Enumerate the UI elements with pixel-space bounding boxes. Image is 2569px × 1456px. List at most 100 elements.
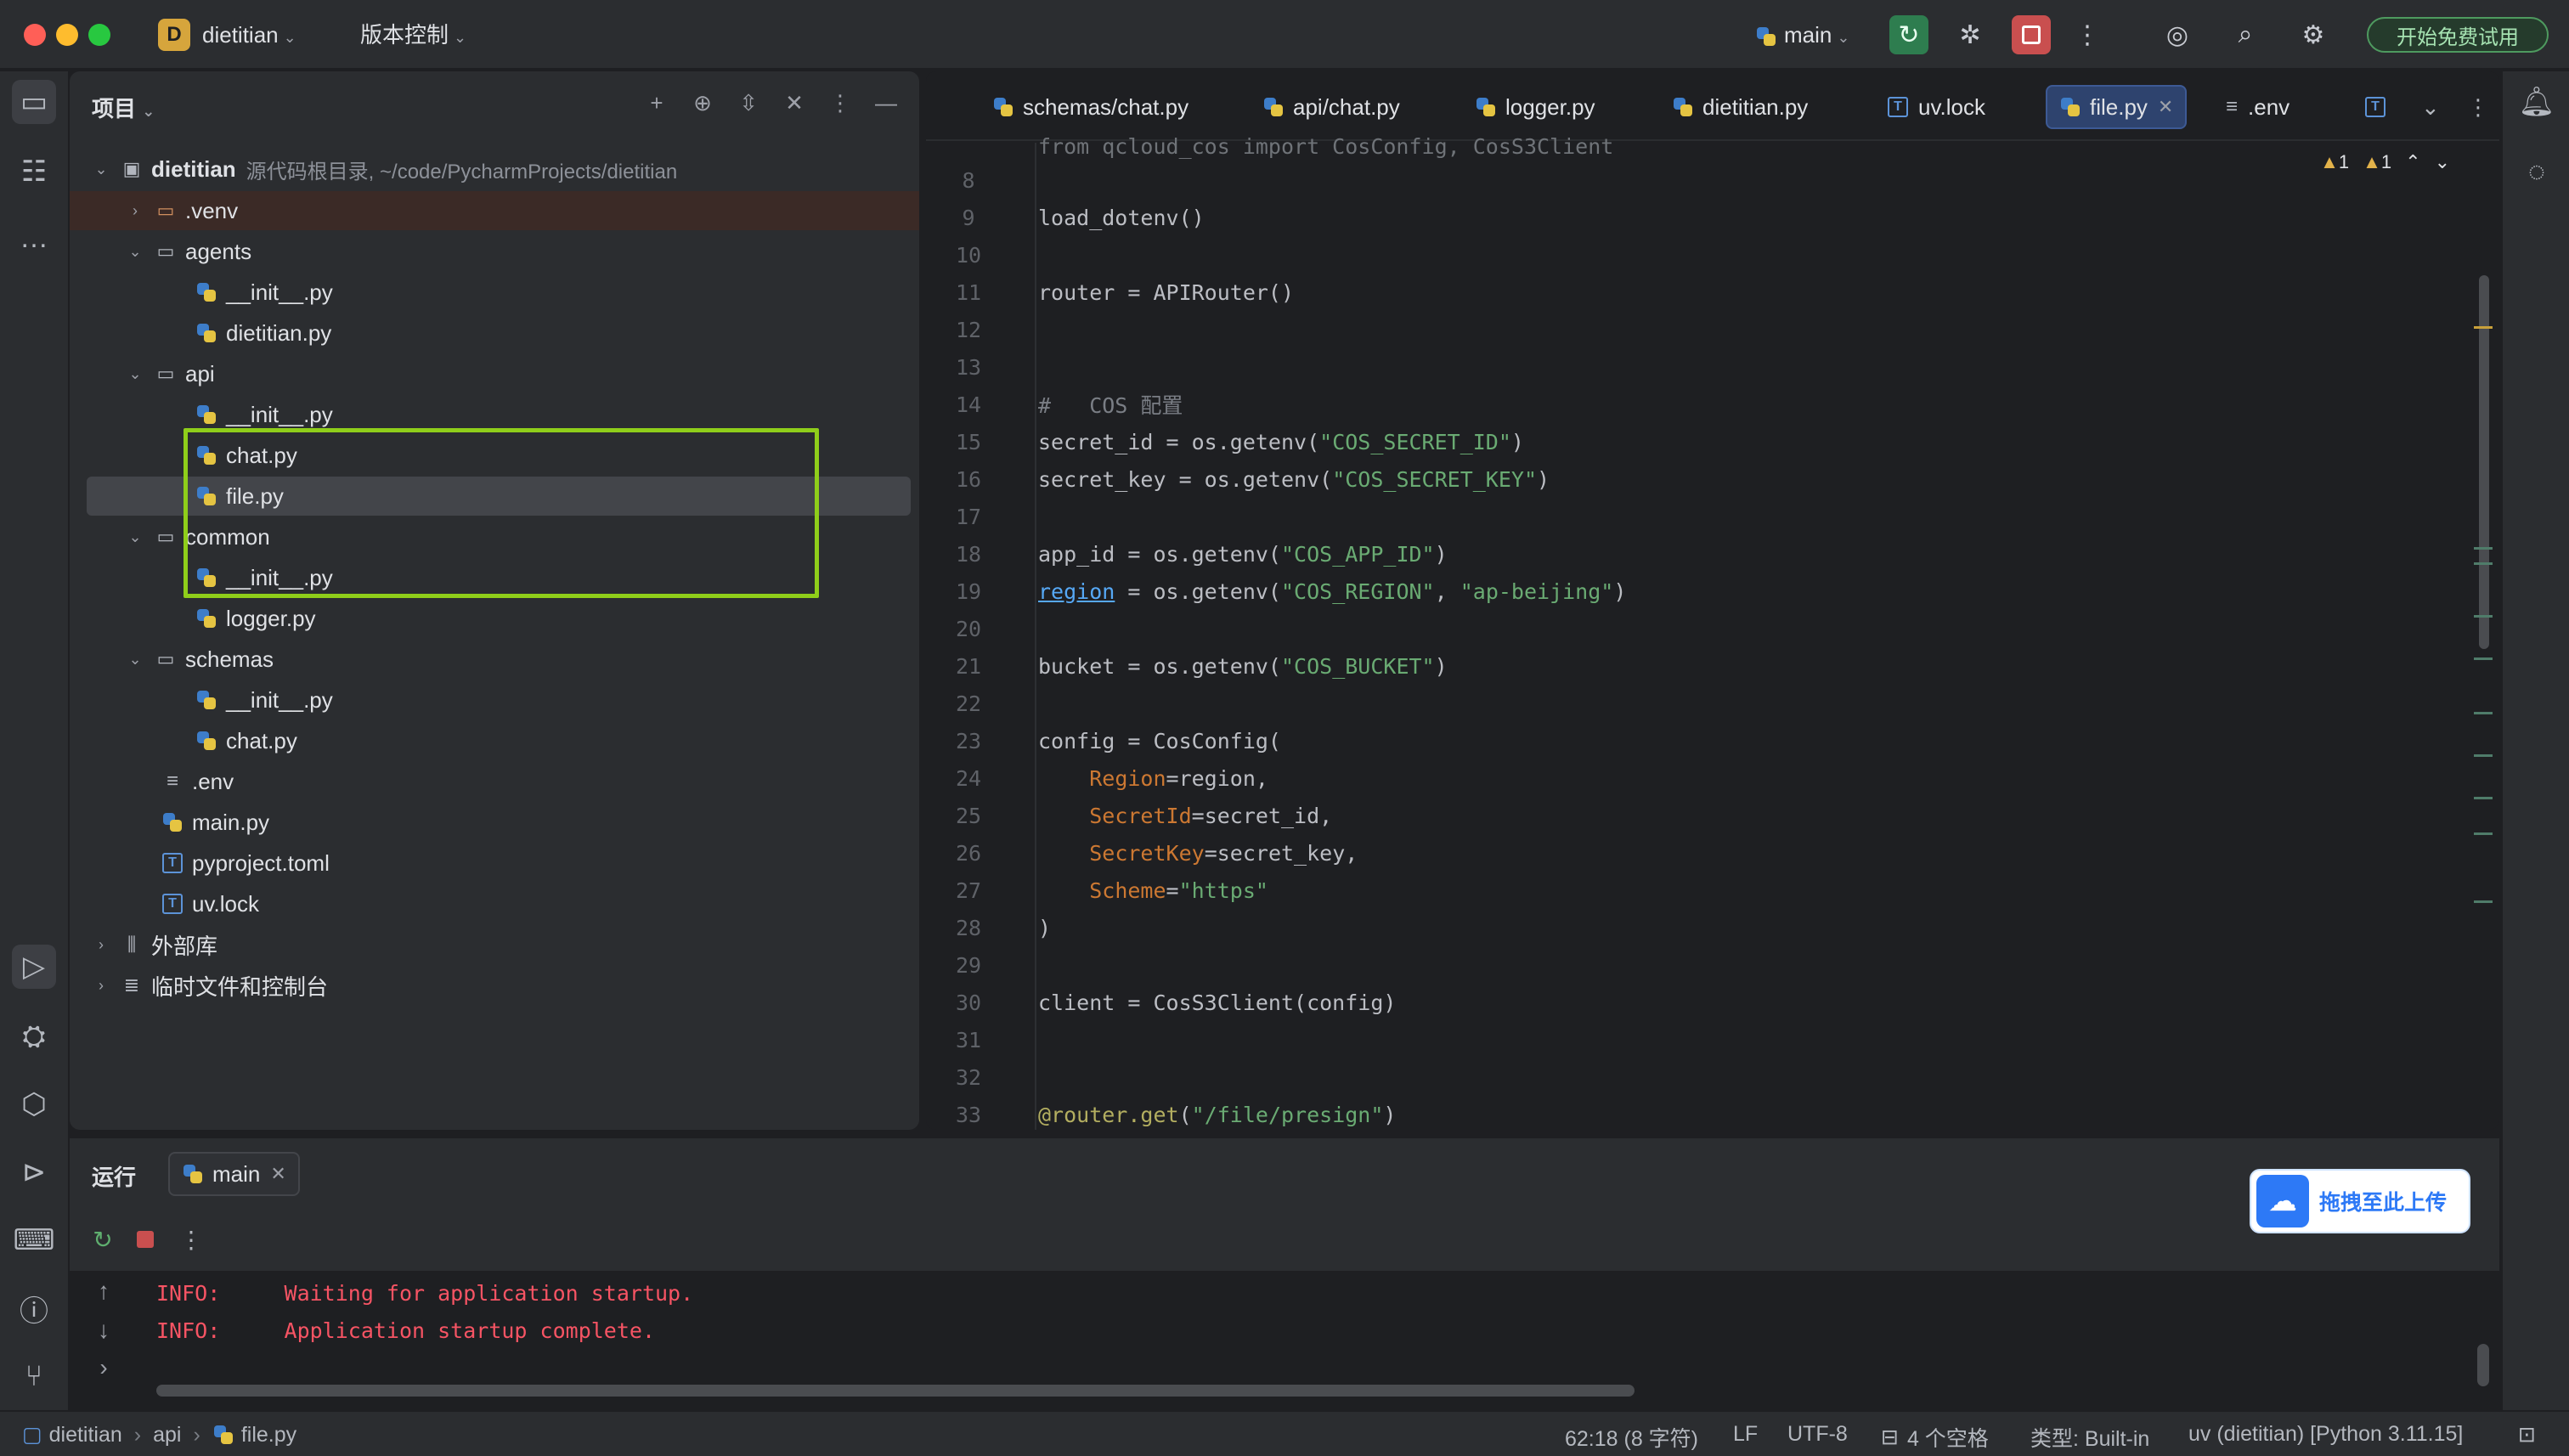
lock-icon[interactable]: ⊡ [2518,1422,2536,1448]
tree-item-api[interactable]: ⌄ ▭ api [70,354,919,393]
env-file-icon: ≡ [166,770,178,793]
editor-scrollbar[interactable] [2479,275,2489,649]
tree-item-file[interactable]: __init__.py [70,558,919,597]
run-tab-main[interactable]: main ✕ [168,1152,300,1196]
tab-uv-lock[interactable]: Tuv.lock [1876,85,1997,129]
line-number: 16 [955,466,982,492]
file-type[interactable]: 类型: Built-in [2030,1422,2149,1453]
git-icon[interactable]: ⑂ [12,1354,56,1398]
package-folder-icon: ▭ [156,363,175,384]
project-badge[interactable]: D [158,19,190,51]
tree-item-external-libs[interactable]: › ⫼ 外部库 [70,925,919,964]
project-switcher[interactable]: dietitian ⌄ [202,19,296,51]
ai-assistant-icon[interactable]: ◎ [2158,15,2197,54]
scroll-up-icon[interactable]: ↑ [87,1278,121,1305]
tab-api-chat[interactable]: api/chat.py [1251,85,1412,129]
stop-button[interactable] [2012,15,2051,54]
project-folder-icon[interactable]: ▭ [12,80,56,124]
debug-icon[interactable]: ✲ [1951,15,1990,54]
start-trial-button[interactable]: 开始免费试用 [2367,17,2549,53]
problems-icon[interactable]: ⓘ [12,1286,56,1330]
close-icon[interactable]: ✕ [270,1163,285,1185]
tab-logger[interactable]: logger.py [1463,85,1607,129]
python-interpreter[interactable]: uv (dietitian) [Python 3.11.15] [2188,1422,2463,1447]
ai-chat-icon[interactable]: ◌ [2515,150,2559,194]
close-window-button[interactable] [24,24,46,46]
line-number: 27 [955,878,982,903]
tree-item-file[interactable]: logger.py [70,599,919,638]
tree-item-venv[interactable]: › ▭ .venv [70,191,919,230]
more-tools-icon[interactable]: … [12,216,56,260]
indent-setting[interactable]: ⊟ 4 个空格 [1881,1422,1989,1453]
locate-icon[interactable]: ⊕ [688,88,717,117]
scroll-down-icon[interactable]: ↓ [87,1317,121,1344]
breadcrumb-file[interactable]: file.py [241,1423,296,1448]
tree-item-schemas[interactable]: ⌄ ▭ schemas [70,640,919,679]
python-packages-icon[interactable]: ⬡ [12,1082,56,1126]
tree-item-label: __init__.py [226,564,333,590]
tab-dietitian[interactable]: dietitian.py [1660,85,1820,129]
console-vertical-scrollbar[interactable] [2477,1344,2489,1386]
python-console-icon[interactable]: ⛭ [12,1014,56,1058]
more-icon[interactable]: ⋮ [175,1223,207,1256]
tab-label: api/chat.py [1293,93,1400,120]
tree-item-file[interactable]: dietitian.py [70,313,919,353]
minimize-window-button[interactable] [56,24,78,46]
tab-file-active[interactable]: file.py ✕ [2046,85,2188,129]
close-icon[interactable]: ✕ [2158,96,2173,118]
project-panel-title[interactable]: 项目 ⌄ [92,92,155,123]
zoom-window-button[interactable] [88,24,110,46]
chevron-down-icon[interactable]: ⌄ [2435,151,2450,173]
breadcrumb-dir[interactable]: api [153,1423,181,1448]
tree-item-file[interactable]: T uv.lock [70,884,919,923]
more-icon[interactable]: ⋮ [2068,15,2107,54]
code-area[interactable]: from qcloud_cos import CosConfig, CosS3C… [926,134,2499,1130]
tab-more-icon[interactable]: ⋮ [2455,85,2499,129]
tree-item-file[interactable]: __init__.py [70,273,919,312]
hide-panel-icon[interactable]: — [872,88,901,117]
tree-item-file[interactable]: T pyproject.toml [70,844,919,883]
expand-all-icon[interactable]: ⇳ [734,88,763,117]
tree-item-file[interactable]: chat.py [70,721,919,760]
services-icon[interactable]: ⊳ [12,1150,56,1194]
tree-root[interactable]: ⌄ ▣ dietitian 源代码根目录, ~/code/PycharmProj… [70,150,919,189]
structure-icon[interactable]: ☷ [12,150,56,194]
drag-upload-button[interactable]: ☁ 拖拽至此上传 [2250,1169,2470,1233]
tree-item-file[interactable]: chat.py [70,436,919,475]
breadcrumb-root[interactable]: dietitian [49,1423,122,1448]
stop-icon[interactable] [129,1223,161,1256]
chevron-right-icon[interactable]: › [87,1354,121,1381]
run-tool-icon[interactable]: ▷ [12,945,56,989]
run-config-selector[interactable]: main ⌄ [1755,19,1849,51]
tab-env[interactable]: ≡ .env [2214,85,2301,129]
tree-item-file[interactable]: __init__.py [70,395,919,434]
inspection-widget[interactable]: ▲1 ▲1 ⌃ ⌄ [2320,151,2450,173]
tree-item-agents[interactable]: ⌄ ▭ agents [70,232,919,271]
tree-item-file[interactable]: ≡ .env [70,762,919,801]
collapse-all-icon[interactable]: ✕ [780,88,809,117]
rerun-button[interactable]: ↻ [1889,15,1928,54]
tab-overflow-file[interactable]: T [2353,85,2408,129]
console-horizontal-scrollbar[interactable] [156,1385,1635,1397]
options-icon[interactable]: ⋮ [826,88,855,117]
line-separator[interactable]: LF [1733,1422,1758,1447]
terminal-icon[interactable]: ⌨ [12,1218,56,1262]
tab-schemas-chat[interactable]: schemas/chat.py [980,85,1200,129]
tree-item-common[interactable]: ⌄ ▭ common [70,517,919,556]
add-icon[interactable]: + [642,88,671,117]
chevron-up-icon[interactable]: ⌃ [2405,151,2420,173]
tab-list-chevron-icon[interactable]: ⌄ [2409,85,2452,129]
settings-gear-icon[interactable]: ⚙ [2294,15,2333,54]
search-icon[interactable]: ⌕ [2226,15,2265,54]
notifications-bell-icon[interactable]: 🔔︎ [2515,80,2559,124]
caret-position[interactable]: 62:18 (8 字符) [1565,1422,1698,1453]
rerun-icon[interactable]: ↻ [87,1223,119,1256]
tree-item-file-selected[interactable]: file.py [87,477,911,516]
tree-item-file[interactable]: main.py [70,803,919,842]
tree-item-scratches[interactable]: › ≣ 临时文件和控制台 [70,966,919,1005]
vcs-menu[interactable]: 版本控制 ⌄ [360,19,466,51]
tab-label: uv.lock [1918,93,1985,120]
tree-item-file[interactable]: __init__.py [70,680,919,720]
code-line: 11 router = APIRouter() [926,274,2499,311]
file-encoding[interactable]: UTF-8 [1787,1422,1848,1447]
